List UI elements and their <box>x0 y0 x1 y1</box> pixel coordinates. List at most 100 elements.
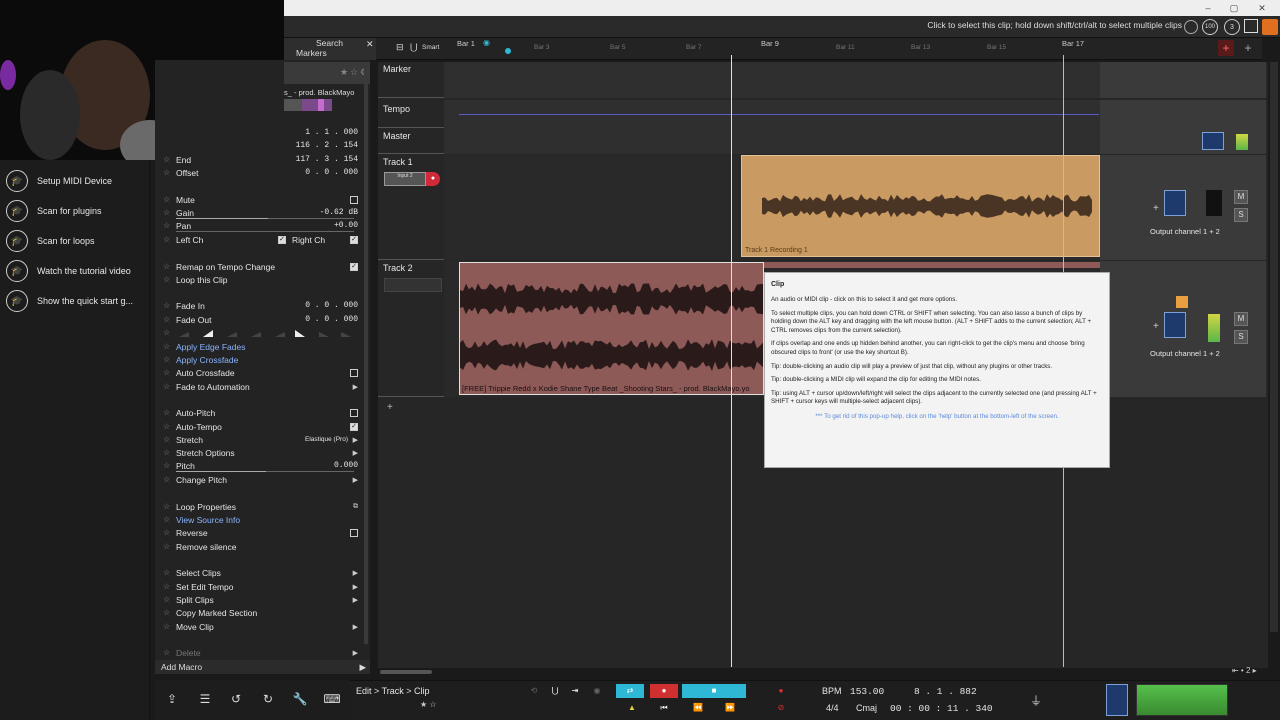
search-tab[interactable]: Search <box>316 38 343 48</box>
settings-icon[interactable] <box>1262 19 1278 35</box>
snap-icon[interactable]: ⊟ <box>396 42 404 53</box>
plug-icon[interactable]: ⏚ <box>1030 692 1042 709</box>
add-plugin-icon[interactable]: + <box>1153 203 1159 214</box>
star-icon[interactable]: ★ <box>340 67 348 78</box>
left-ch-checkbox[interactable]: ✓ <box>278 235 286 244</box>
menu-icon[interactable]: ☰ <box>196 690 214 708</box>
rewind-start-icon[interactable]: ⏮ <box>656 701 672 715</box>
add-track-icon[interactable]: + <box>387 402 393 413</box>
metronome-icon[interactable]: ◉ <box>590 684 604 698</box>
remap-row[interactable]: ☆ Remap on Tempo Change ✓ <box>163 260 358 273</box>
fast-forward-icon[interactable]: ⏩ <box>722 701 738 715</box>
fade-in-row[interactable]: ☆ Fade In 0 . 0 . 000 <box>163 299 358 312</box>
minimize-icon[interactable]: – <box>1202 2 1214 14</box>
track-1-name[interactable]: Track 1 <box>380 157 444 167</box>
export-icon[interactable]: ⇪ <box>163 690 181 708</box>
add-track-button[interactable]: + <box>1218 40 1234 56</box>
clip-color-bar[interactable] <box>284 99 332 111</box>
stretch-row[interactable]: ☆ Stretch Elastique (Pro) ▶ <box>163 433 358 446</box>
loop-icon[interactable]: ⟲ <box>528 684 540 698</box>
track-2-input[interactable] <box>384 278 442 292</box>
warning-icon[interactable]: ▲ <box>626 701 638 715</box>
sidebar-item-scan-plugins[interactable]: 🎓 Scan for plugins <box>6 197 146 225</box>
audio-clip-track-1[interactable]: Track 1 Recording 1 <box>741 155 1100 257</box>
cpu-badge[interactable]: 3 <box>1224 19 1240 35</box>
auto-tempo-checkbox[interactable]: ✓ <box>350 422 358 431</box>
length-value[interactable]: 116 . 2 . 154 <box>296 141 358 150</box>
marker-lane[interactable] <box>444 62 1100 98</box>
sidebar-item-scan-loops[interactable]: 🎓 Scan for loops <box>6 227 146 255</box>
auto-tempo-row[interactable]: ☆ Auto-Tempo ✓ <box>163 420 358 433</box>
track-1-input[interactable]: Input 2 <box>384 172 426 186</box>
mute-button[interactable]: M <box>1234 312 1248 326</box>
fade-out-row[interactable]: ☆ Fade Out 0 . 0 . 000 <box>163 313 358 326</box>
add-macro-button[interactable]: Add Macro ▶ <box>155 660 370 674</box>
pan-slider[interactable] <box>176 231 354 232</box>
mute-checkbox[interactable] <box>350 195 358 204</box>
vertical-scrollbar[interactable] <box>1270 62 1278 632</box>
audio-clip-track-2[interactable]: [FREE] Trippie Redd x Kodie Shane Type B… <box>459 262 764 395</box>
plugin-folder-icon[interactable] <box>1176 296 1188 308</box>
breadcrumb[interactable]: Edit > Track > Clip <box>356 686 430 696</box>
close-panel-icon[interactable]: ✕ <box>366 39 374 50</box>
undo-icon[interactable]: ↺ <box>227 690 245 708</box>
star-outline-icon[interactable]: ☆ <box>350 67 358 78</box>
stretch-select[interactable]: Elastique (Pro) <box>305 436 348 443</box>
time-value[interactable]: 00 : 00 : 11 . 340 <box>890 703 993 714</box>
move-clip[interactable]: ☆ Move Clip ▶ <box>163 620 358 633</box>
pitch-value[interactable]: 0.000 <box>334 461 358 470</box>
gain-value[interactable]: -0.62 dB <box>320 208 358 217</box>
star-icon[interactable]: ★ ☆ <box>420 700 437 709</box>
track-2-output[interactable]: Output channel 1 + 2 <box>1150 349 1220 358</box>
apply-crossfade[interactable]: ☆ Apply Crossfade <box>163 353 358 366</box>
zoom-indicator[interactable]: 100 <box>1202 19 1218 35</box>
solo-button[interactable]: S <box>1234 208 1248 222</box>
key-signature[interactable]: Cmaj <box>856 703 877 713</box>
wrench-icon[interactable]: 🔧 <box>291 690 309 708</box>
right-ch-checkbox[interactable]: ✓ <box>350 235 358 244</box>
bpm-value[interactable]: 153.00 <box>850 686 884 697</box>
delete-row[interactable]: ☆ Delete ▶ <box>163 646 358 659</box>
smart-toggle[interactable]: Smart <box>422 44 439 51</box>
end-row[interactable]: ☆ End 117 . 3 . 154 <box>163 153 358 166</box>
maximize-icon[interactable]: ▢ <box>1228 2 1240 14</box>
auto-crossfade-checkbox[interactable] <box>350 368 358 377</box>
start-value[interactable]: 1 . 1 . 000 <box>305 128 358 137</box>
undo-history-icon[interactable] <box>1184 20 1198 34</box>
solo-button[interactable]: S <box>1234 330 1248 344</box>
track-1-output[interactable]: Output channel 1 + 2 <box>1150 227 1220 236</box>
markers-tab[interactable]: Markers <box>296 48 327 58</box>
record-arm-icon[interactable]: ● <box>426 172 440 186</box>
fade-to-automation[interactable]: ☆ Fade to Automation ▶ <box>163 380 358 393</box>
fade-out-value[interactable]: 0 . 0 . 000 <box>305 315 358 324</box>
keyboard-icon[interactable]: ⌨ <box>323 690 341 708</box>
page-indicator[interactable]: ⇤ • 2 ▸ <box>1232 666 1257 675</box>
view-source-info[interactable]: ☆ View Source Info <box>163 513 358 526</box>
time-signature[interactable]: 4/4 <box>826 703 839 713</box>
loop-start-marker[interactable]: ◉ <box>483 38 490 47</box>
remap-checkbox[interactable]: ✓ <box>350 262 358 271</box>
sidebar-item-tutorial-video[interactable]: 🎓 Watch the tutorial video <box>6 257 146 285</box>
apply-edge-fades[interactable]: ☆ Apply Edge Fades <box>163 340 358 353</box>
loop-properties[interactable]: ☆ Loop Properties ⧉ <box>163 500 358 513</box>
track-1-plugin[interactable] <box>1164 190 1186 216</box>
auto-pitch-checkbox[interactable] <box>350 408 358 417</box>
loop-toggle-button[interactable]: ⇄ <box>616 684 644 698</box>
stop-button[interactable]: ■ <box>682 684 746 698</box>
playhead[interactable] <box>731 55 732 667</box>
auto-crossfade-row[interactable]: ☆ Auto Crossfade <box>163 366 358 379</box>
split-clips[interactable]: ☆ Split Clips ▶ <box>163 593 358 606</box>
stretch-options[interactable]: ☆ Stretch Options ▶ <box>163 446 358 459</box>
position-value[interactable]: 8 . 1 . 882 <box>914 686 977 697</box>
redo-icon[interactable]: ↻ <box>259 690 277 708</box>
select-clips[interactable]: ☆ Select Clips ▶ <box>163 566 358 579</box>
add-button[interactable]: + <box>1240 40 1256 56</box>
magnet-icon[interactable]: ⋃ <box>410 42 417 53</box>
master-output-plugin[interactable] <box>1106 684 1128 716</box>
master-lane[interactable] <box>444 128 1100 154</box>
fade-shape-selector[interactable]: ☆ <box>163 326 358 338</box>
marker-track-name[interactable]: Marker <box>380 64 444 74</box>
master-plugin[interactable] <box>1202 132 1224 150</box>
add-plugin-icon[interactable]: + <box>1153 321 1159 332</box>
remove-silence[interactable]: ☆ Remove silence <box>163 540 358 553</box>
